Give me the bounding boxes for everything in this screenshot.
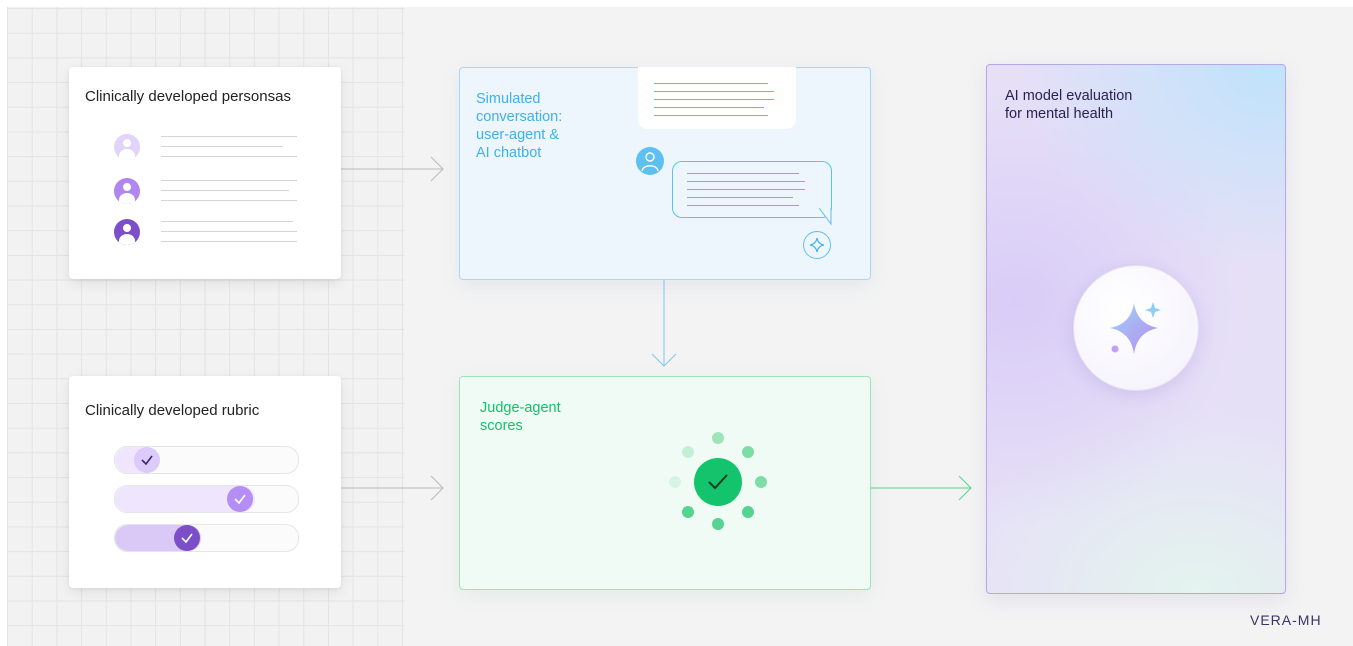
arrow-right-icon [341,475,444,501]
evaluation-title: AI model evaluation for mental health [1005,88,1133,122]
score-dot [682,506,694,518]
personas-title: Clinically developed personsas [85,88,291,105]
check-icon [694,458,742,506]
score-dot [669,476,681,488]
diagram-canvas: Clinically developed personsas Clinicall… [7,7,1353,646]
rubric-slider-low [114,446,299,474]
rubric-slider-mid [114,524,299,552]
sparkle-icon [1110,302,1161,354]
judge-agent-box: Judge-agent scores [459,376,871,590]
persona-avatar-dark [114,219,140,245]
score-dot [712,518,724,530]
brand-label: VERA-MH [1250,612,1322,628]
ai-evaluation-panel: AI model evaluation for mental health [986,64,1286,594]
rubric-card: Clinically developed rubric [69,376,341,588]
arrow-right-icon [869,475,972,501]
arrow-right-icon [341,156,444,182]
score-dot [755,476,767,488]
person-icon [636,147,664,175]
bubble-tail [818,208,832,226]
evaluation-emblem [1073,265,1199,391]
check-icon [174,525,200,551]
chatbot-message-bubble [672,161,832,218]
score-dot [682,446,694,458]
judge-title: Judge-agent scores [480,400,561,434]
simulation-title: Simulated conversation: user-agent & AI … [476,91,563,161]
persona-avatar-mid [114,178,140,204]
user-message-bubble [638,67,796,129]
rubric-slider-high [114,485,299,513]
persona-avatar-light [114,134,140,160]
sparkle-icon [803,231,831,259]
personas-card: Clinically developed personsas [69,67,341,279]
check-icon [227,486,253,512]
score-dot [712,432,724,444]
arrow-down-icon [651,280,677,367]
rubric-title: Clinically developed rubric [85,402,260,419]
check-icon [134,447,160,473]
score-dot [742,506,754,518]
simulated-conversation-box: Simulated conversation: user-agent & AI … [459,67,871,280]
score-dot [742,446,754,458]
